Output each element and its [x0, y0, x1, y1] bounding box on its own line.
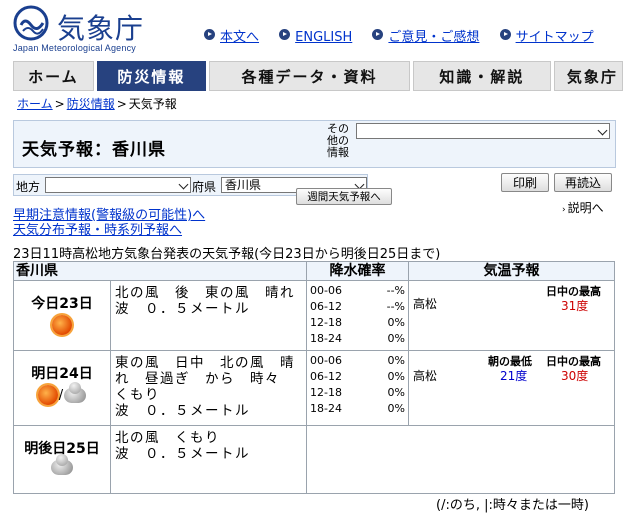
logo-text: 気象庁: [57, 12, 145, 45]
arrow-right-icon: ›: [562, 205, 566, 215]
related-links: 早期注意情報(警報級の可能性)へ 天気分布予報・時系列予報へ: [13, 208, 205, 238]
chevron-down-icon: [597, 125, 608, 136]
link-english[interactable]: ENGLISH: [279, 29, 352, 45]
top-links: 本文へ ENGLISH ご意見・ご感想 サイトマップ: [204, 26, 610, 45]
sun-icon: [37, 385, 58, 405]
explain-link[interactable]: › 説明へ: [562, 199, 604, 216]
empty-cell: [306, 425, 615, 494]
breadcrumb: ホーム > 防災情報 > 天気予報: [17, 97, 177, 111]
icon-legend-note: (/:のち, |:時々または一時): [436, 498, 589, 513]
arrow-right-icon: [372, 29, 384, 40]
link-feedback[interactable]: ご意見・ご感想: [372, 26, 479, 45]
sun-icon: [52, 315, 72, 335]
table-row: 今日23日 北の風 後 東の風 晴れ 波 ０．５メートル 00-06 --% 06…: [13, 280, 615, 351]
jma-logo-mark-icon: [13, 5, 49, 41]
page-title: 天気予報：香川県: [22, 140, 166, 160]
tab-disaster-info[interactable]: 防災情報: [96, 61, 207, 91]
pref-label: 府県: [192, 180, 217, 194]
link-sitemap[interactable]: サイトマップ: [499, 26, 594, 45]
weather-cell: 東の風 日中 北の風 晴れ 昼過ぎ から 時々 くもり 波 ０．５メートル: [110, 350, 307, 426]
temp-cell: 高松 朝の最低 21度 日中の最高 30度: [408, 350, 615, 426]
max-value: 30度: [561, 369, 589, 383]
header-pref: 香川県: [13, 261, 307, 281]
main-nav: ホーム 防災情報 各種データ・資料 知識・解説 気象庁: [13, 61, 626, 91]
breadcrumb-current: 天気予報: [128, 97, 177, 111]
reload-button[interactable]: 再読込: [554, 173, 612, 192]
jma-logo[interactable]: 気象庁 Japan Meteorological Agency: [13, 5, 143, 55]
day-cell: 明後日25日: [13, 425, 111, 494]
site-header: 気象庁 Japan Meteorological Agency 本文へ ENGL…: [0, 0, 626, 58]
weather-cell: 北の風 後 東の風 晴れ 波 ０．５メートル: [110, 280, 307, 351]
forecast-table: 香川県 降水確率 気温予報 今日23日 北の風 後 東の風 晴れ 波 ０．５メー…: [13, 261, 615, 494]
arrow-right-icon: [279, 29, 291, 40]
tab-data[interactable]: 各種データ・資料: [209, 61, 410, 91]
day-name: 明日24日: [31, 366, 93, 382]
arrow-right-icon: [499, 29, 511, 40]
logo-subtitle: Japan Meteorological Agency: [13, 43, 136, 53]
day-cell: 今日23日: [13, 280, 111, 351]
issued-statement: 23日11時高松地方気象台発表の天気予報(今日23日から明後日25日まで): [13, 247, 441, 262]
temp-location: 高松: [413, 297, 438, 311]
min-value: 21度: [500, 369, 528, 383]
weekly-forecast-button[interactable]: 週間天気予報へ: [296, 188, 392, 205]
chiho-select[interactable]: [45, 177, 191, 193]
chevron-down-icon: [178, 179, 189, 190]
title-box: 天気予報：香川県 その他の情報: [13, 120, 616, 168]
header-pop: 降水確率: [306, 261, 409, 281]
tab-jma[interactable]: 気象庁: [553, 61, 623, 91]
breadcrumb-disaster-info[interactable]: 防災情報: [67, 97, 115, 111]
other-info-select[interactable]: [356, 123, 610, 139]
table-row: 明後日25日 北の風 くもり 波 ０．５メートル: [13, 425, 615, 494]
tab-knowledge[interactable]: 知識・解説: [412, 61, 551, 91]
other-info-label: その他の情報: [327, 122, 349, 159]
early-warning-link[interactable]: 早期注意情報(警報級の可能性)へ: [13, 208, 205, 223]
temp-cell: 高松 日中の最高 31度: [408, 280, 615, 351]
pop-cell: 00-06 0% 06-12 0% 12-18 0% 18-24 0%: [306, 350, 409, 426]
breadcrumb-home[interactable]: ホーム: [17, 97, 53, 111]
table-row: 明日24日 / 東の風 日中 北の風 晴れ 昼過ぎ から 時々 くもり 波 ０．…: [13, 350, 615, 426]
header-temp: 気温予報: [408, 261, 615, 281]
cloud-icon: [51, 454, 73, 475]
day-name: 今日23日: [31, 296, 93, 312]
table-header-row: 香川県 降水確率 気温予報: [13, 261, 615, 281]
cloud-icon: [64, 381, 87, 403]
arrow-right-icon: [204, 29, 215, 40]
distribution-forecast-link[interactable]: 天気分布予報・時系列予報へ: [13, 223, 205, 238]
chiho-label: 地方: [16, 180, 41, 194]
temp-location: 高松: [413, 369, 438, 383]
pop-cell: 00-06 --% 06-12 --% 12-18 0% 18-24 0%: [306, 280, 409, 351]
tab-home[interactable]: ホーム: [13, 61, 94, 91]
max-value: 31度: [561, 299, 589, 313]
day-cell: 明日24日 /: [13, 350, 111, 426]
link-main-content[interactable]: 本文へ: [204, 26, 259, 45]
print-button[interactable]: 印刷: [501, 173, 549, 192]
weather-cell: 北の風 くもり 波 ０．５メートル: [110, 425, 307, 494]
